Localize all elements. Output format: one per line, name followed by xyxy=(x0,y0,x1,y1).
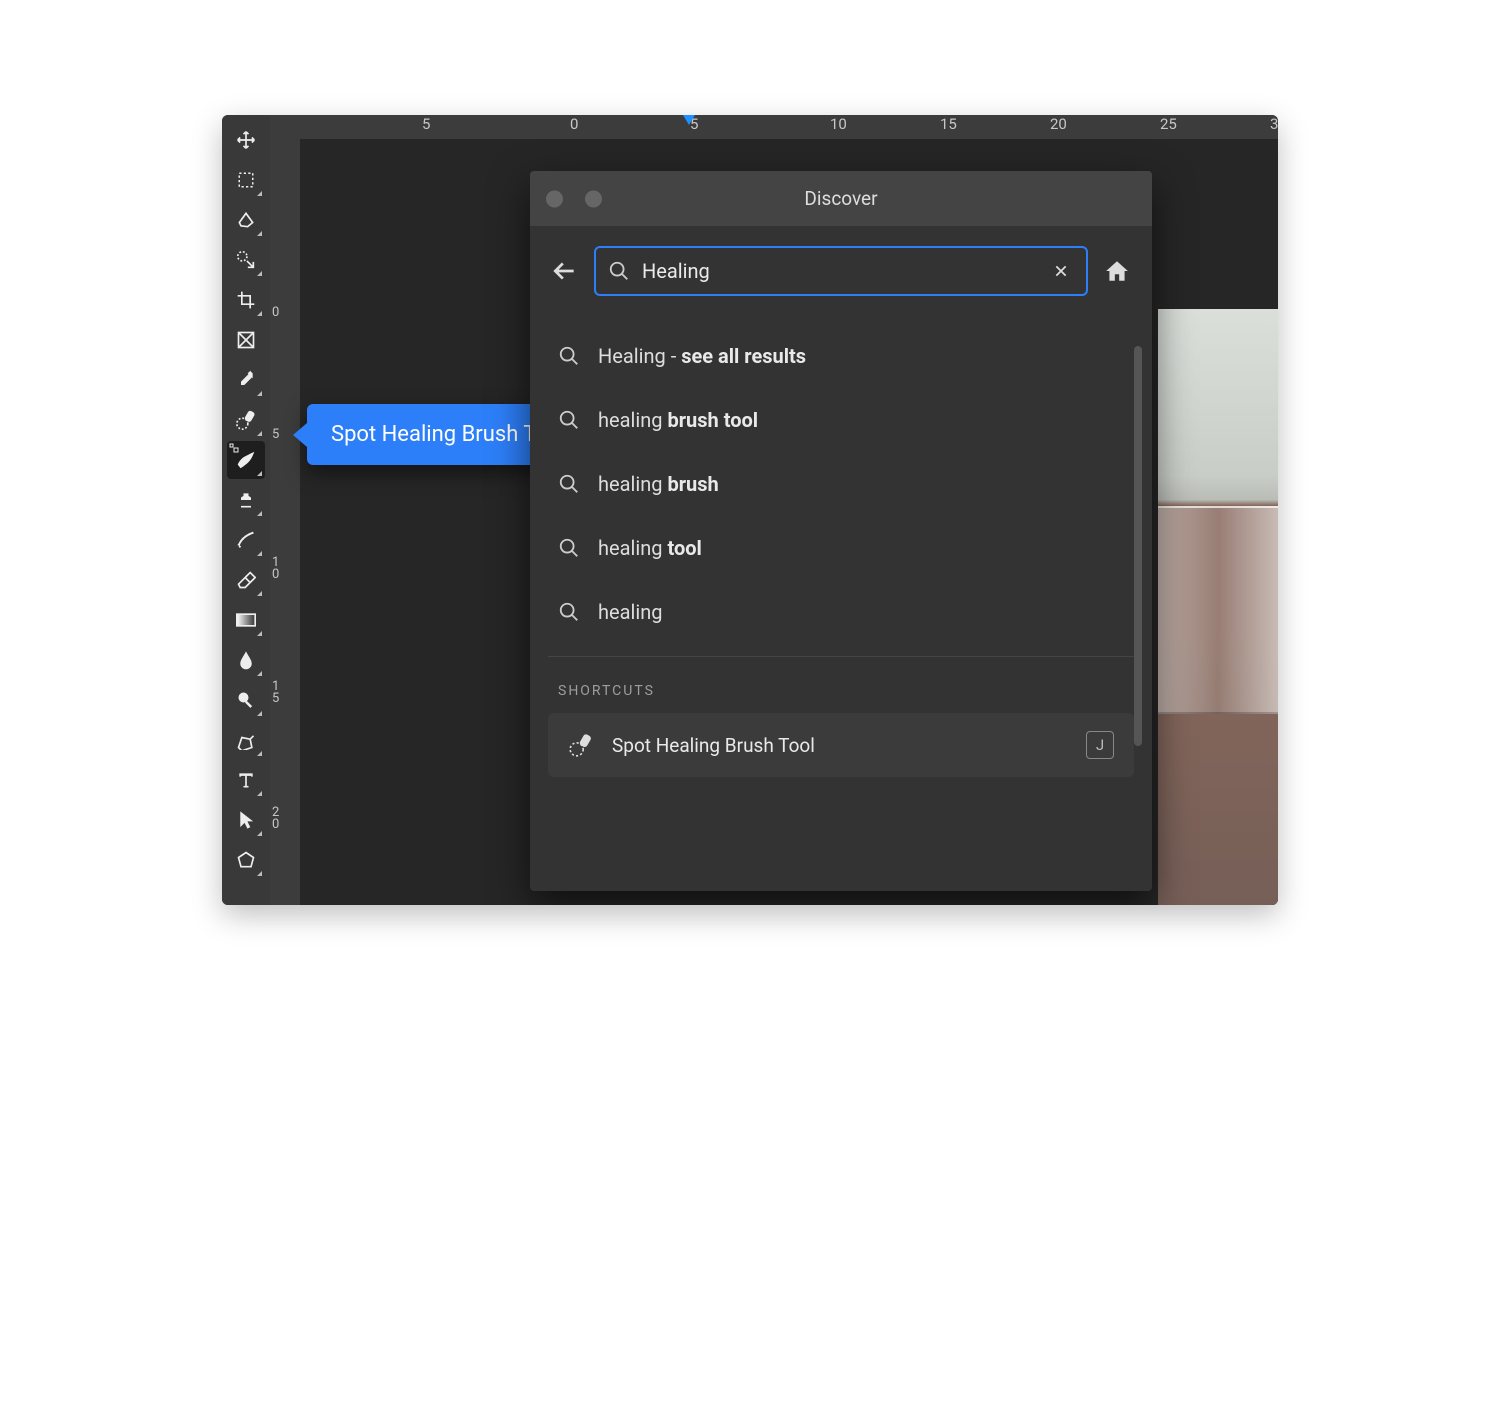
clear-search-button[interactable] xyxy=(1048,258,1074,284)
marquee-tool[interactable] xyxy=(227,161,265,199)
shape-tool[interactable] xyxy=(227,841,265,879)
ruler-tick-label: 1 0 xyxy=(272,557,292,581)
ruler-tick-label: 2 0 xyxy=(272,807,292,831)
ruler-tick-label: 5 xyxy=(422,115,430,133)
type-tool[interactable] xyxy=(227,761,265,799)
window-minimize-icon[interactable] xyxy=(585,190,602,207)
shortcut-key: J xyxy=(1086,731,1114,759)
search-icon xyxy=(558,345,580,367)
suggestion-item[interactable]: healing brush xyxy=(530,452,1152,516)
gradient-tool[interactable] xyxy=(227,601,265,639)
frame-tool[interactable] xyxy=(227,321,265,359)
search-input[interactable] xyxy=(642,259,1036,283)
path-selection-tool[interactable] xyxy=(227,801,265,839)
shortcut-label: Spot Healing Brush Tool xyxy=(612,734,815,757)
ruler-tick-label: 30 xyxy=(1270,115,1278,133)
move-tool[interactable] xyxy=(227,121,265,159)
ruler-tick-label: 0 xyxy=(272,307,292,319)
ruler-cursor-marker xyxy=(683,115,695,125)
ruler-tick-label: 1 5 xyxy=(272,681,292,705)
ruler-horizontal: 5 0 5 10 15 20 25 30 xyxy=(270,115,1278,139)
section-label-shortcuts: SHORTCUTS xyxy=(530,669,1152,709)
search-icon xyxy=(558,409,580,431)
dodge-tool[interactable] xyxy=(227,681,265,719)
search-icon xyxy=(608,260,630,282)
ruler-vertical: 0 5 1 0 1 5 2 0 xyxy=(270,139,300,905)
spot-healing-brush-tool[interactable] xyxy=(227,401,265,439)
document-image xyxy=(1158,309,1278,905)
search-field[interactable] xyxy=(594,246,1088,296)
lasso-tool[interactable] xyxy=(227,201,265,239)
suggestion-see-all[interactable]: Healing - see all results xyxy=(530,324,1152,388)
ruler-tick-label: 0 xyxy=(570,115,578,133)
pen-tool[interactable] xyxy=(227,721,265,759)
suggestion-item[interactable]: healing xyxy=(530,580,1152,644)
search-icon xyxy=(558,537,580,559)
back-button[interactable] xyxy=(548,254,582,288)
tools-panel xyxy=(222,115,270,905)
ruler-tick-label: 15 xyxy=(940,115,957,133)
divider xyxy=(548,656,1134,657)
discover-title: Discover xyxy=(804,187,877,210)
brush-tool[interactable] xyxy=(227,441,265,479)
ruler-tick-label: 25 xyxy=(1160,115,1177,133)
eraser-tool[interactable] xyxy=(227,561,265,599)
history-brush-tool[interactable] xyxy=(227,521,265,559)
ruler-tick-label: 5 xyxy=(272,429,292,441)
search-icon xyxy=(558,473,580,495)
clone-stamp-tool[interactable] xyxy=(227,481,265,519)
search-icon xyxy=(558,601,580,623)
shortcut-spot-healing-brush[interactable]: Spot Healing Brush Tool J xyxy=(548,713,1134,777)
discover-panel: Discover Healing - see all results xyxy=(530,171,1152,891)
scrollbar[interactable] xyxy=(1134,346,1142,746)
window-close-icon[interactable] xyxy=(546,190,563,207)
spot-healing-brush-icon xyxy=(568,732,594,758)
app-window: 5 0 5 10 15 20 25 30 0 5 1 0 1 5 2 0 Spo… xyxy=(222,115,1278,905)
crop-tool[interactable] xyxy=(227,281,265,319)
quick-selection-tool[interactable] xyxy=(227,241,265,279)
ruler-tick-label: 10 xyxy=(830,115,847,133)
home-button[interactable] xyxy=(1100,254,1134,288)
blur-tool[interactable] xyxy=(227,641,265,679)
discover-titlebar[interactable]: Discover xyxy=(530,171,1152,226)
suggestion-item[interactable]: healing brush tool xyxy=(530,388,1152,452)
eyedropper-tool[interactable] xyxy=(227,361,265,399)
suggestion-item[interactable]: healing tool xyxy=(530,516,1152,580)
ruler-tick-label: 20 xyxy=(1050,115,1067,133)
